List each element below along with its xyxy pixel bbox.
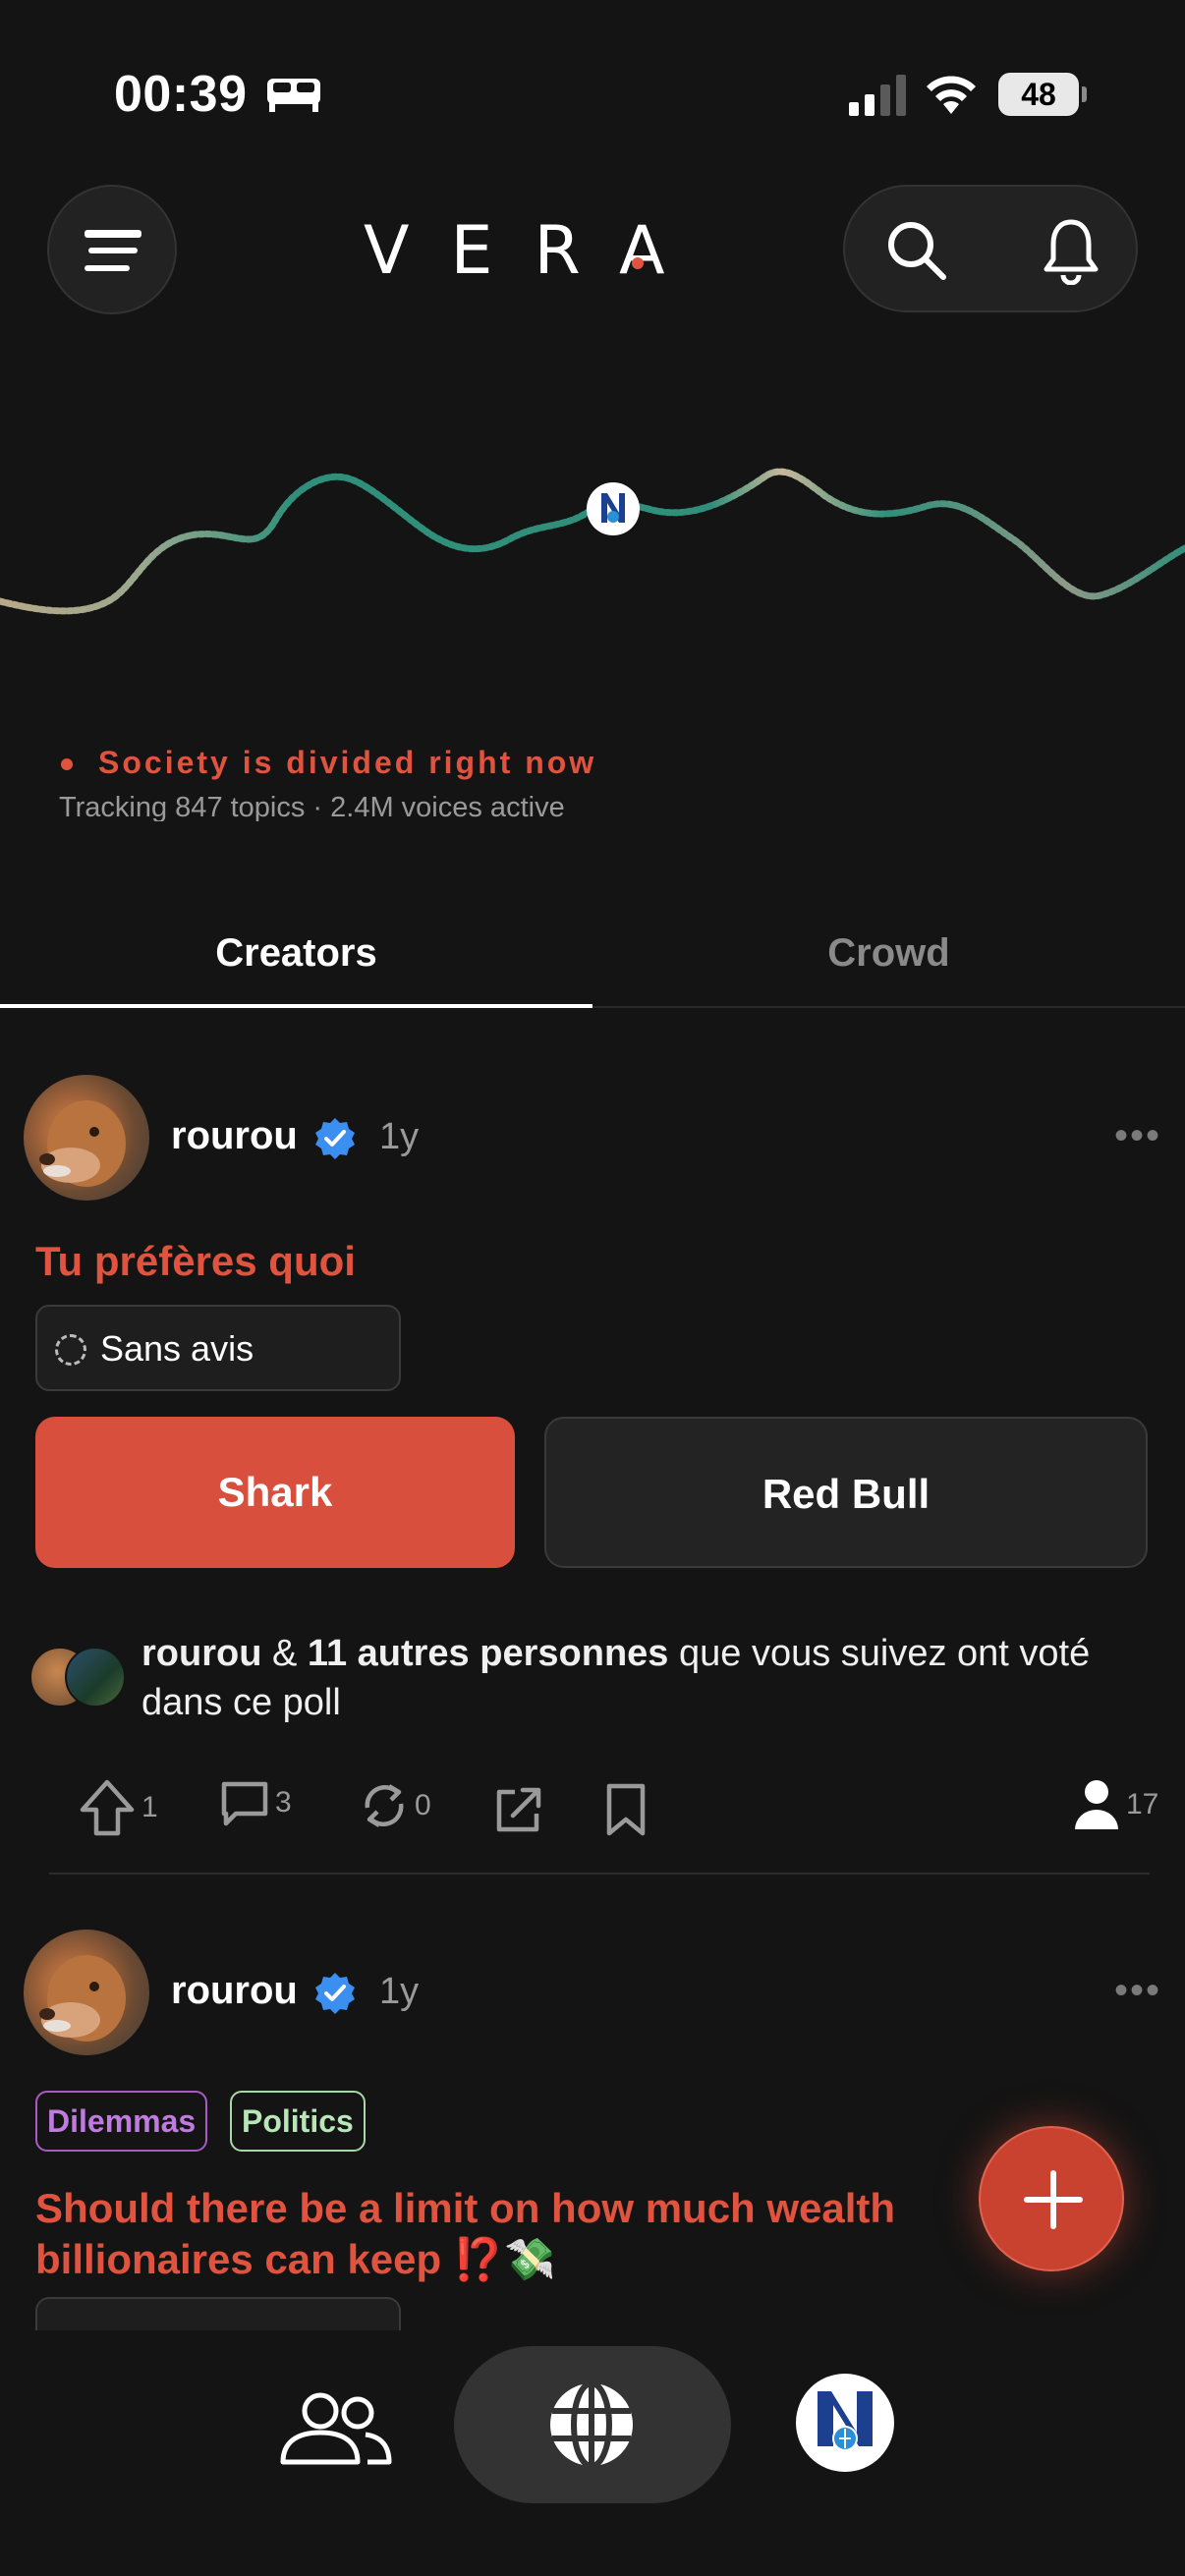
person-icon — [1075, 1780, 1118, 1829]
wifi-icon — [927, 76, 976, 114]
post-actions: 1 3 0 17 — [0, 1778, 1185, 1857]
no-opinion-label: Sans avis — [100, 1328, 254, 1369]
avatar — [65, 1647, 126, 1708]
hamburger-icon — [85, 230, 141, 271]
logo-accent-dot — [632, 257, 644, 269]
more-options-icon[interactable]: ••• — [1114, 1969, 1161, 2013]
avatar[interactable] — [24, 1930, 149, 2055]
poll-question[interactable]: Should there be a limit on how much weal… — [35, 2183, 979, 2285]
tag-politics[interactable]: Politics — [230, 2091, 366, 2152]
share-icon[interactable] — [493, 1784, 544, 1835]
sleep-focus-icon — [267, 79, 320, 112]
poll-option-b[interactable]: Red Bull — [544, 1417, 1148, 1568]
tab-creators[interactable]: Creators — [0, 931, 592, 976]
repost-icon — [365, 1784, 404, 1827]
tab-crowd[interactable]: Crowd — [592, 931, 1185, 976]
repost-count: 0 — [415, 1789, 431, 1821]
upvote-arrow-icon — [80, 1779, 135, 1836]
division-headline: Society is divided right now — [98, 745, 597, 780]
repost-button[interactable]: 0 — [360, 1778, 431, 1833]
no-opinion-button[interactable]: Sans avis — [35, 1305, 401, 1391]
division-status: Society is divided right now — [61, 745, 596, 781]
tracking-stats: Tracking 847 topics · 2.4M voices active — [59, 792, 565, 821]
followed-voters-text[interactable]: rourou & 11 autres personnes que vous su… — [141, 1629, 1144, 1727]
menu-button[interactable] — [47, 185, 177, 314]
globe-icon — [550, 2380, 633, 2469]
create-poll-button[interactable] — [979, 2126, 1124, 2271]
tag-dilemmas[interactable]: Dilemmas — [35, 2091, 208, 2152]
post-username[interactable]: rourou — [171, 1969, 298, 2013]
society-sentiment-wave — [0, 468, 1185, 615]
active-tab-indicator — [0, 1004, 592, 1008]
upvote-count: 1 — [141, 1791, 158, 1823]
post-divider — [49, 1873, 1150, 1875]
nav-profile-button[interactable] — [796, 2374, 894, 2472]
participants-count: 17 — [1073, 1778, 1158, 1831]
comment-count: 3 — [275, 1786, 292, 1819]
post-age: 1y — [379, 1116, 420, 1157]
comment-icon — [221, 1781, 268, 1826]
poll-question[interactable]: Tu préfères quoi — [35, 1236, 1156, 1287]
search-icon[interactable] — [884, 218, 949, 283]
feed-tabs: Creators Crowd — [0, 904, 1185, 1008]
people-icon[interactable] — [277, 2389, 395, 2468]
notification-bell-icon[interactable] — [1042, 216, 1100, 285]
comment-button[interactable]: 3 — [220, 1778, 292, 1827]
cellular-signal-icon — [849, 75, 906, 116]
status-time: 00:39 — [114, 66, 248, 123]
app-logo: VERA — [364, 212, 706, 290]
upvote-button[interactable]: 1 — [79, 1778, 158, 1837]
post-username[interactable]: rourou — [171, 1114, 298, 1158]
nav-explore-button[interactable] — [454, 2346, 731, 2503]
more-options-icon[interactable]: ••• — [1114, 1114, 1161, 1158]
avatar[interactable] — [24, 1075, 149, 1201]
participants-number: 17 — [1126, 1788, 1159, 1820]
post-age: 1y — [379, 1971, 420, 2012]
poll-option-a[interactable]: Shark — [35, 1417, 515, 1568]
status-bar: 00:39 48 — [0, 0, 1185, 177]
verified-badge-icon — [315, 1118, 355, 1159]
header-actions — [843, 185, 1138, 312]
battery-icon: 48 — [998, 73, 1087, 116]
dashed-circle-icon — [55, 1334, 86, 1366]
bottom-nav — [0, 2330, 1185, 2576]
profile-logo-icon — [818, 2391, 873, 2451]
verified-badge-icon — [315, 1973, 355, 2014]
bookmark-icon[interactable] — [603, 1782, 649, 1837]
